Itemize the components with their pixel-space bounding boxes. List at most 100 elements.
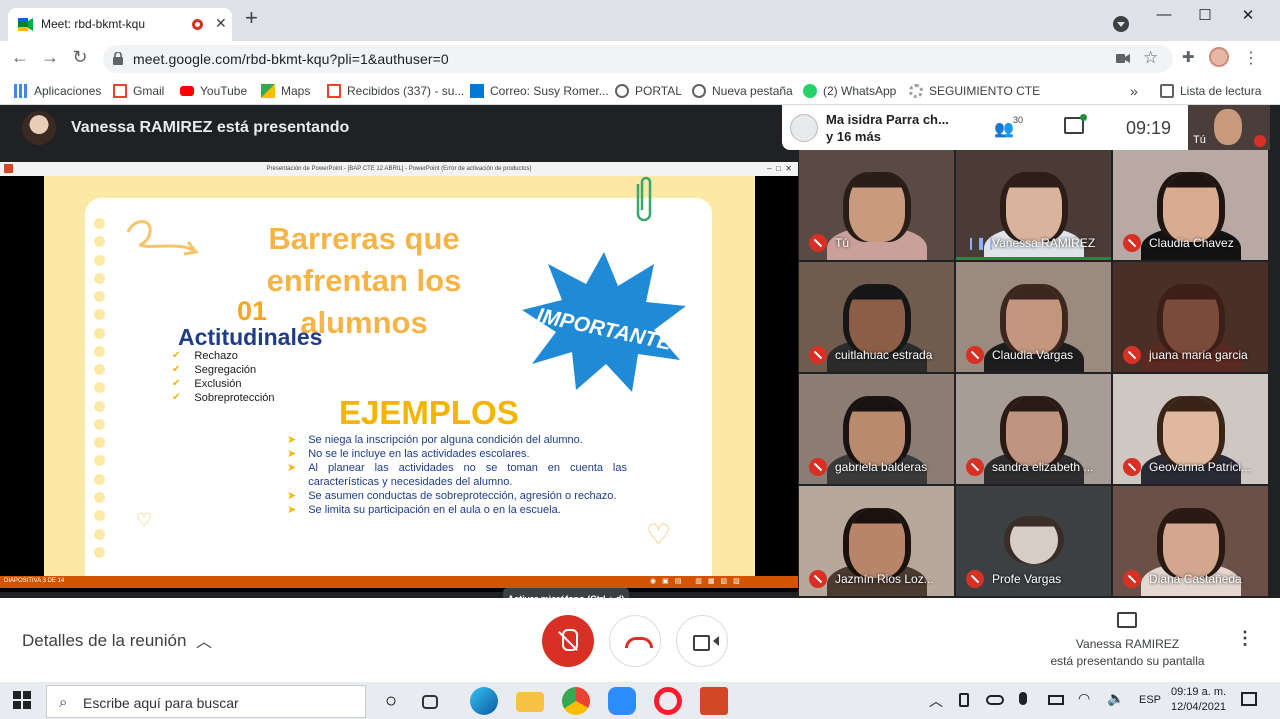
wifi-icon[interactable]: ◠ — [1078, 690, 1090, 707]
back-icon[interactable]: ← — [8, 47, 32, 68]
participant-tile[interactable]: Diana Castañeda — [1113, 486, 1268, 596]
participant-tile[interactable]: sandra elizabeth ... — [956, 374, 1111, 484]
participant-tile[interactable]: cuitlahuac estrada — [799, 262, 954, 372]
edge-icon[interactable] — [470, 687, 498, 715]
camera-toggle-button[interactable] — [676, 615, 728, 667]
bookmarks-overflow-button[interactable]: » — [1130, 81, 1138, 101]
participant-face — [848, 396, 905, 466]
notifications-icon[interactable] — [1241, 692, 1257, 706]
profile-avatar[interactable] — [1209, 47, 1229, 67]
leave-call-button[interactable] — [609, 615, 661, 667]
participant-face — [1005, 172, 1062, 242]
participant-tile[interactable]: Claudia Chavez — [1113, 150, 1268, 260]
participant-tile[interactable]: gabriela balderas — [799, 374, 954, 484]
close-window-button[interactable]: ✕ — [1238, 6, 1258, 24]
list-item-text: Se asumen conductas de sobreprotección, … — [308, 490, 617, 502]
opera-icon[interactable] — [654, 687, 682, 715]
volume-icon[interactable]: 🔈 — [1107, 690, 1124, 707]
microphone-icon[interactable] — [1019, 692, 1027, 705]
bookmark-star-icon[interactable]: ☆ — [1143, 48, 1158, 68]
bookmark-recibidos[interactable]: Recibidos (337) - su... — [327, 81, 464, 101]
bookmark-label: YouTube — [200, 84, 248, 98]
people-icon[interactable]: 👥 — [994, 119, 1014, 139]
participant-tile[interactable]: ❙❚❙ Vanessa RAMIREZ — [956, 150, 1111, 260]
bookmark-label: Recibidos (337) - su... — [347, 84, 465, 98]
check-icon: ✔ — [172, 392, 181, 403]
close-tab-icon[interactable]: ✕ — [215, 15, 227, 32]
list-item: ✔ Sobreprotección — [172, 391, 275, 405]
minimize-button[interactable]: — — [1154, 6, 1174, 23]
maximize-button[interactable]: ☐ — [1195, 6, 1215, 24]
bookmark-label: PORTAL — [635, 84, 682, 98]
new-tab-button[interactable]: + — [245, 7, 258, 29]
powerpoint-taskbar-icon[interactable] — [700, 687, 728, 715]
bookmark-gmail[interactable]: Gmail — [113, 81, 164, 101]
participant-face — [848, 284, 905, 354]
keyboard-language[interactable]: ESP — [1139, 694, 1161, 706]
taskbar-search-input[interactable]: ⌕ Escribe aquí para buscar — [46, 685, 366, 718]
participant-face — [1162, 172, 1219, 242]
bookmark-nueva-pestana[interactable]: Nueva pestaña — [692, 81, 793, 101]
participant-tile[interactable]: juana maria garcia — [1113, 262, 1268, 372]
list-item: ✔ Rechazo — [172, 349, 275, 363]
file-explorer-icon[interactable] — [516, 692, 544, 712]
participant-name: Tú — [835, 236, 850, 250]
cortana-icon[interactable]: ○ — [377, 687, 405, 715]
bookmark-label: Gmail — [133, 84, 165, 98]
participant-avatar — [790, 114, 818, 142]
bookmark-correo[interactable]: Correo: Susy Romer... — [470, 81, 609, 101]
more-options-icon[interactable]: ⋮ — [1236, 628, 1254, 649]
arrow-bullet-icon: ➤ — [287, 462, 297, 474]
participant-tile[interactable]: Tú — [799, 150, 954, 260]
participant-tile[interactable]: Geovanna Patrici... — [1113, 374, 1268, 484]
list-item-text: Segregación — [194, 364, 257, 376]
participant-name: Claudia Vargas — [992, 348, 1074, 362]
view-buttons: ◉▣▤ ▥▦▧▨ — [650, 578, 746, 585]
extensions-puzzle-icon[interactable]: ✚ — [1182, 48, 1195, 66]
reading-list-button[interactable]: Lista de lectura — [1160, 81, 1261, 101]
mic-off-icon — [1123, 346, 1141, 364]
onedrive-icon[interactable] — [986, 695, 1004, 705]
reload-icon[interactable]: ↻ — [68, 47, 92, 68]
mic-off-icon — [966, 346, 984, 364]
meet-tray-icon[interactable] — [959, 693, 969, 707]
address-bar[interactable]: meet.google.com/rbd-bkmt-kqu?pli=1&authu… — [103, 45, 1173, 73]
task-view-icon[interactable] — [422, 695, 438, 709]
forward-icon[interactable]: → — [38, 47, 62, 68]
windows-start-icon[interactable] — [13, 691, 31, 709]
participant-name: juana maria garcia — [1149, 348, 1248, 362]
participant-tile[interactable]: Jazmín Rios Loz... — [799, 486, 954, 596]
chat-unread-dot — [1080, 114, 1087, 121]
bookmark-seguimiento-cte[interactable]: SEGUIMIENTO CTE — [909, 81, 1040, 101]
chrome-icon[interactable] — [562, 687, 590, 715]
present-screen-icon[interactable] — [1117, 612, 1137, 628]
self-view-mini[interactable]: Tú — [1188, 105, 1270, 150]
bookmark-whatsapp[interactable]: (2) WhatsApp — [803, 81, 896, 101]
chevron-up-icon[interactable]: ︿ — [196, 628, 212, 652]
meeting-clock: 09:19 — [1126, 118, 1172, 138]
zoom-icon[interactable] — [608, 687, 636, 715]
reading-list-label: Lista de lectura — [1180, 84, 1262, 98]
taskbar-time: 09:19 a. m. — [1171, 686, 1227, 698]
apps-grid-icon — [14, 84, 28, 98]
participant-tile[interactable]: Profe Vargas — [956, 486, 1111, 596]
bookmark-aplicaciones[interactable]: Aplicaciones — [14, 81, 101, 101]
section-number: 01 — [237, 296, 268, 326]
meeting-details-button[interactable]: Detalles de la reunión — [22, 631, 186, 651]
camera-in-use-icon[interactable] — [1116, 53, 1130, 64]
tray-overflow-icon[interactable]: ︿ — [929, 691, 943, 711]
bookmark-portal[interactable]: PORTAL — [615, 81, 682, 101]
powerpoint-icon — [4, 164, 13, 173]
bookmark-maps[interactable]: Maps — [261, 81, 310, 101]
participant-face — [848, 172, 905, 242]
chrome-menu-icon[interactable]: ⋮ — [1243, 48, 1259, 68]
participant-tile[interactable]: Claudia Vargas — [956, 262, 1111, 372]
tab-search-icon[interactable] — [1113, 16, 1129, 32]
people-count: 30 — [1013, 115, 1024, 125]
tab-meet[interactable]: Meet: rbd-bkmt-kqu ✕ — [8, 8, 232, 41]
battery-icon[interactable] — [1048, 695, 1064, 705]
participants-summary[interactable]: Ma isidra Parra ch... y 16 más — [782, 105, 972, 150]
clock-date[interactable]: 09:19 a. m. 12/04/2021 — [1171, 685, 1226, 715]
mic-toggle-button[interactable] — [542, 615, 594, 667]
bookmark-youtube[interactable]: YouTube — [180, 81, 247, 101]
